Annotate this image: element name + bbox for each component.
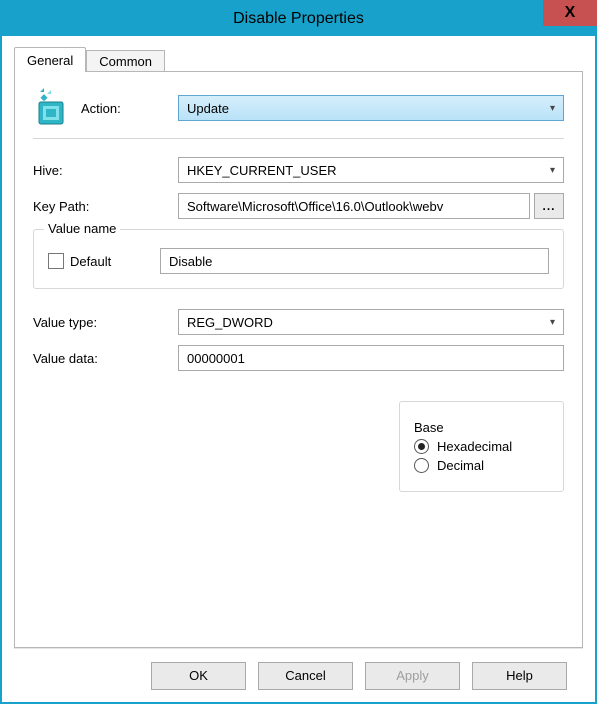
keypath-input[interactable]: Software\Microsoft\Office\16.0\Outlook\w… [178, 193, 530, 219]
cancel-button[interactable]: Cancel [258, 662, 353, 690]
valuename-input[interactable]: Disable [160, 248, 549, 274]
ok-button[interactable]: OK [151, 662, 246, 690]
divider [33, 138, 564, 139]
tab-general[interactable]: General [14, 47, 86, 72]
hex-label: Hexadecimal [437, 439, 512, 454]
tab-common-label: Common [99, 54, 152, 69]
window-title: Disable Properties [233, 10, 364, 28]
browse-button[interactable]: ... [534, 193, 564, 219]
valuename-value: Disable [169, 254, 212, 269]
dialog-window: Disable Properties X General Common [0, 0, 597, 704]
browse-label: ... [542, 199, 555, 213]
valuedata-input[interactable]: 00000001 [178, 345, 564, 371]
base-legend: Base [414, 420, 444, 435]
help-button[interactable]: Help [472, 662, 567, 690]
ok-label: OK [189, 668, 208, 683]
help-label: Help [506, 668, 533, 683]
registry-icon [33, 88, 81, 128]
tabs-row: General Common [14, 46, 583, 72]
close-button[interactable]: X [543, 0, 597, 26]
radio-decimal[interactable]: Decimal [414, 458, 549, 473]
chevron-down-icon: ▾ [550, 317, 555, 328]
base-fieldset: Base Hexadecimal Decimal [399, 401, 564, 492]
apply-button[interactable]: Apply [365, 662, 460, 690]
radio-icon [414, 458, 429, 473]
hive-value: HKEY_CURRENT_USER [187, 163, 337, 178]
action-value: Update [187, 101, 229, 116]
keypath-label: Key Path: [33, 199, 178, 214]
chevron-down-icon: ▾ [550, 103, 555, 114]
action-label: Action: [81, 101, 178, 116]
apply-label: Apply [396, 668, 429, 683]
keypath-value: Software\Microsoft\Office\16.0\Outlook\w… [187, 199, 443, 214]
default-checkbox[interactable] [48, 253, 64, 269]
tab-general-label: General [27, 53, 73, 68]
title-bar: Disable Properties X [2, 2, 595, 36]
valuetype-value: REG_DWORD [187, 315, 273, 330]
tab-panel-general: Action: Update ▾ Hive: HKEY_CURRENT_USER… [14, 71, 583, 648]
valuetype-dropdown[interactable]: REG_DWORD ▾ [178, 309, 564, 335]
default-label: Default [70, 254, 111, 269]
radio-hexadecimal[interactable]: Hexadecimal [414, 439, 549, 454]
valuedata-label: Value data: [33, 351, 178, 366]
action-dropdown[interactable]: Update ▾ [178, 95, 564, 121]
dialog-body: General Common Acti [2, 36, 595, 702]
tab-common[interactable]: Common [86, 50, 165, 72]
dec-label: Decimal [437, 458, 484, 473]
valuename-legend: Value name [44, 221, 120, 236]
cancel-label: Cancel [285, 668, 325, 683]
radio-icon [414, 439, 429, 454]
close-icon: X [565, 4, 576, 22]
hive-label: Hive: [33, 163, 178, 178]
valuetype-label: Value type: [33, 315, 178, 330]
hive-dropdown[interactable]: HKEY_CURRENT_USER ▾ [178, 157, 564, 183]
valuedata-value: 00000001 [187, 351, 245, 366]
dialog-footer: OK Cancel Apply Help [14, 648, 583, 702]
chevron-down-icon: ▾ [550, 165, 555, 176]
valuename-fieldset: Value name Default Disable [33, 229, 564, 289]
